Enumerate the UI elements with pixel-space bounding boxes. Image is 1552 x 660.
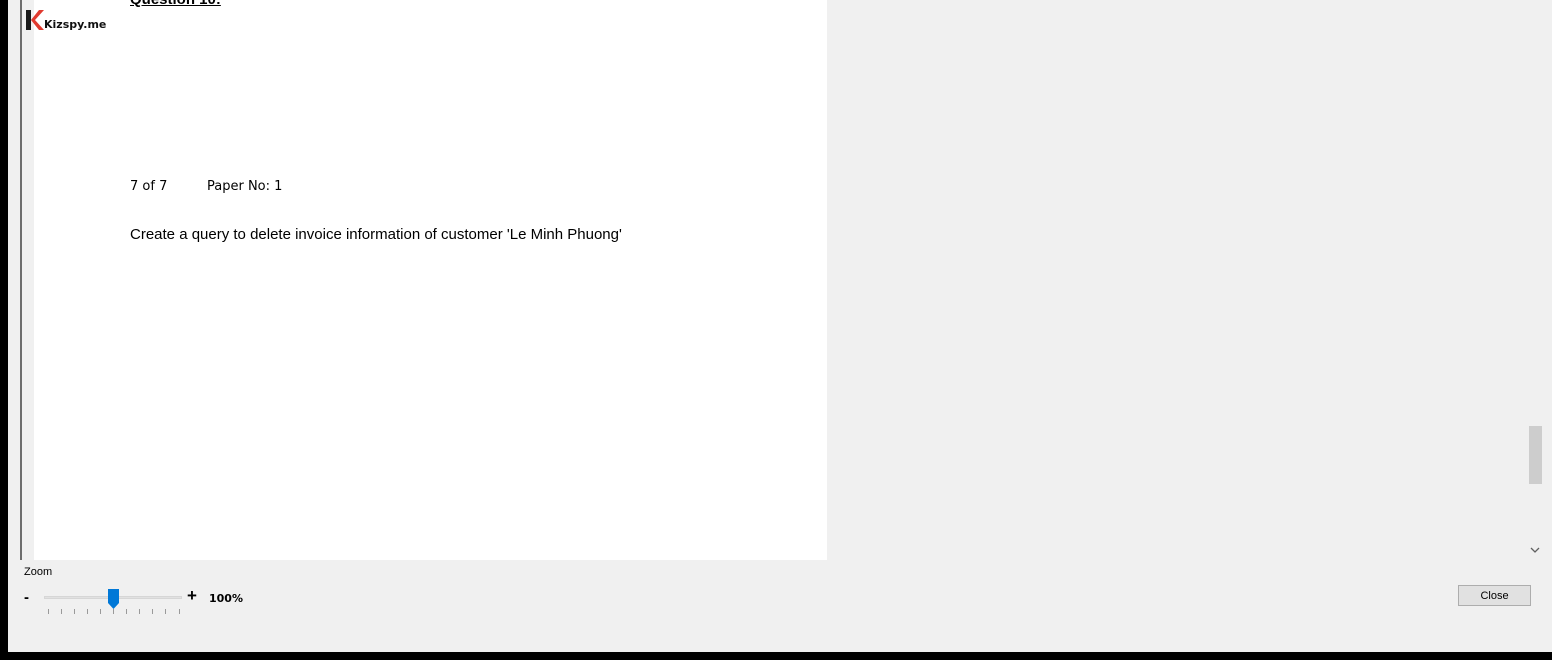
page-indicator: 7 of 7 bbox=[130, 179, 168, 194]
watermark-logo: Kizspy.me bbox=[24, 8, 106, 32]
close-button[interactable]: Close bbox=[1458, 585, 1531, 606]
slider-thumb-icon[interactable] bbox=[108, 589, 119, 609]
vertical-scrollbar[interactable] bbox=[1526, 0, 1543, 560]
k-logo-icon bbox=[26, 10, 44, 30]
document-page: Question 10: 7 of 7 Paper No: 1 Create a… bbox=[34, 0, 827, 560]
scrollbar-thumb[interactable] bbox=[1529, 426, 1542, 484]
zoom-value: 100% bbox=[209, 592, 243, 605]
question-text: Create a query to delete invoice informa… bbox=[130, 226, 622, 243]
paper-number: Paper No: 1 bbox=[207, 179, 283, 194]
logo-text: Kizspy.me bbox=[44, 18, 107, 31]
chevron-down-icon[interactable] bbox=[1529, 545, 1541, 555]
zoom-label: Zoom bbox=[24, 566, 53, 578]
zoom-slider-ticks bbox=[48, 609, 180, 614]
question-heading: Question 10: bbox=[130, 0, 221, 8]
document-viewport[interactable]: Question 10: 7 of 7 Paper No: 1 Create a… bbox=[20, 0, 1543, 560]
document-viewer-window: Question 10: 7 of 7 Paper No: 1 Create a… bbox=[8, 0, 1552, 652]
zoom-in-button[interactable]: + bbox=[187, 586, 197, 606]
zoom-out-button[interactable]: - bbox=[24, 589, 29, 606]
